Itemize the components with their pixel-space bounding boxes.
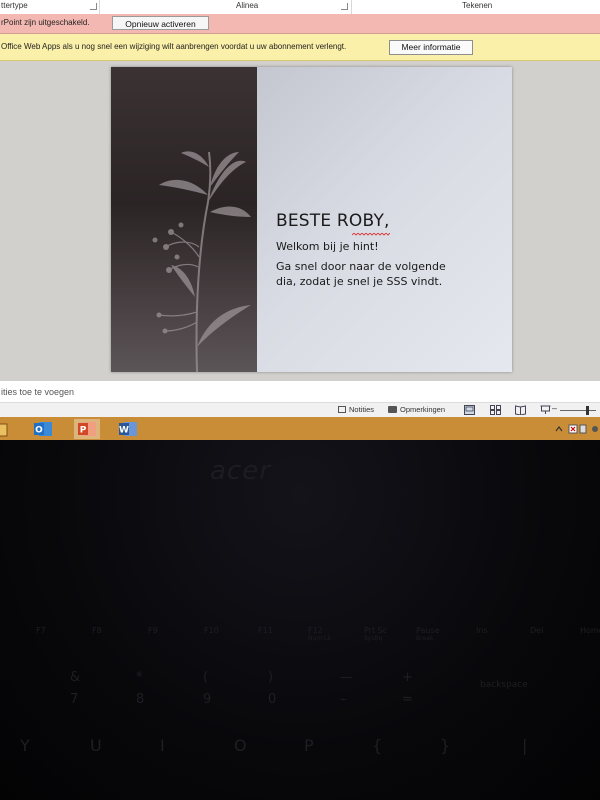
key-label: F11 — [258, 626, 273, 635]
backspace-key: backspace — [480, 680, 528, 690]
slide-body-line[interactable]: Welkom bij je hint! — [276, 240, 379, 253]
number-key-shift: — — [340, 670, 353, 685]
ribbon-group-lettertype: ttertype — [1, 1, 28, 10]
number-key: 8 — [136, 692, 145, 707]
slide-canvas[interactable]: BESTE ROBY, Welkom bij je hint! Ga snel … — [111, 67, 512, 372]
key-label: F12 — [308, 626, 323, 635]
ribbon-divider — [351, 0, 352, 14]
notes-placeholder: ities toe te voegen — [1, 387, 75, 397]
letter-key: { — [372, 736, 383, 755]
key-label: Del — [530, 626, 544, 635]
more-info-button[interactable]: Meer informatie — [389, 40, 473, 55]
comments-toggle[interactable]: Opmerkingen — [388, 405, 445, 414]
key-sublabel: Num Lk — [308, 635, 331, 642]
normal-view-icon[interactable] — [464, 405, 475, 415]
slide-title[interactable]: BESTE ROBY, — [276, 211, 390, 231]
fn-key: F9 — [148, 626, 158, 635]
svg-text:W: W — [119, 426, 129, 436]
fn-key: Prt Sc SysRq — [364, 626, 387, 642]
number-key-shift: ) — [268, 670, 274, 685]
protected-view-bar: rPoint zijn uitgeschakeld. Opnieuw activ… — [0, 14, 600, 34]
key-label: F10 — [204, 626, 219, 635]
key-sublabel: Break — [416, 635, 434, 642]
laptop-screen: ttertype Alinea Tekenen rPoint zijn uitg… — [0, 0, 600, 440]
letter-key: Y — [20, 736, 30, 755]
spellcheck-squiggle — [352, 233, 390, 236]
number-key: 7 — [70, 692, 79, 707]
key-label: Home — [580, 626, 600, 635]
letter-key: I — [160, 736, 165, 755]
ribbon-group-tekenen: Tekenen — [462, 1, 493, 10]
powerpoint-icon[interactable]: P — [74, 419, 100, 439]
notes-label: Notities — [349, 405, 375, 414]
letter-key: | — [522, 736, 528, 755]
ribbon-divider — [99, 0, 100, 14]
number-key-shift: * — [136, 670, 143, 685]
fn-key: Pause Break — [416, 626, 440, 642]
key-label: F8 — [92, 626, 102, 635]
key-label: Prt Sc — [364, 626, 388, 635]
file-explorer-icon[interactable] — [0, 419, 12, 439]
flower-illustration — [152, 151, 251, 372]
slide-body-line[interactable]: Ga snel door naar de volgende — [276, 260, 446, 273]
number-key-shift: + — [402, 670, 413, 685]
svg-text:O: O — [35, 426, 43, 436]
svg-text:P: P — [80, 426, 87, 436]
key-sublabel: SysRq — [364, 635, 383, 642]
number-key: – — [340, 692, 347, 707]
status-bar: Notities Opmerkingen – — [0, 402, 600, 418]
fn-key: F11 — [258, 626, 273, 635]
reading-view-icon[interactable] — [515, 405, 526, 415]
ribbon-group-labels: ttertype Alinea Tekenen — [0, 0, 600, 15]
key-label: Pause — [416, 626, 440, 635]
fn-key: Del — [530, 626, 543, 635]
key-label: F9 — [148, 626, 158, 635]
comments-label: Opmerkingen — [400, 405, 446, 414]
zoom-slider-thumb[interactable] — [586, 406, 589, 415]
letter-key: U — [90, 736, 102, 755]
reactivate-button[interactable]: Opnieuw activeren — [112, 16, 209, 30]
number-key: 0 — [268, 692, 277, 707]
slideshow-icon[interactable] — [540, 405, 551, 415]
fn-key: Home — [580, 626, 600, 635]
notes-pane[interactable]: ities toe te voegen — [0, 380, 600, 403]
fn-key: F7 — [36, 626, 46, 635]
letter-key: O — [234, 736, 247, 755]
protected-view-message: rPoint zijn uitgeschakeld. — [1, 18, 90, 27]
fn-key: Ins — [476, 626, 488, 635]
zoom-slider[interactable] — [560, 410, 596, 411]
dialog-launcher-icon[interactable] — [90, 3, 97, 10]
ribbon-group-alinea: Alinea — [236, 1, 259, 10]
fn-key: F12 Num Lk — [308, 626, 331, 642]
number-key-shift: ( — [203, 670, 209, 685]
zoom-out-button[interactable]: – — [552, 403, 557, 413]
slide-body-line[interactable]: dia, zodat je snel je SSS vindt. — [276, 275, 442, 288]
letter-key: P — [304, 736, 314, 755]
number-key-shift: & — [70, 670, 81, 685]
taskbar: O P W — [0, 417, 600, 440]
letter-key: } — [440, 736, 451, 755]
fn-key: F8 — [92, 626, 102, 635]
dialog-launcher-icon[interactable] — [341, 3, 348, 10]
key-label: F7 — [36, 626, 46, 635]
fn-key: F10 — [204, 626, 219, 635]
number-key: = — [402, 692, 413, 707]
number-key: 9 — [203, 692, 212, 707]
notes-icon — [338, 406, 346, 413]
key-label: Ins — [476, 626, 488, 635]
web-apps-notice-bar: Office Web Apps als u nog snel een wijzi… — [0, 34, 600, 61]
network-icon[interactable] — [578, 419, 588, 439]
web-apps-notice-message: Office Web Apps als u nog snel een wijzi… — [1, 42, 347, 51]
word-icon[interactable]: W — [115, 419, 141, 439]
slide-sorter-icon[interactable] — [490, 405, 501, 415]
comment-icon — [388, 406, 397, 413]
outlook-icon[interactable]: O — [30, 419, 56, 439]
tray-up-arrow-icon[interactable] — [552, 419, 566, 439]
notes-toggle[interactable]: Notities — [338, 405, 374, 414]
volume-icon[interactable] — [589, 419, 600, 439]
brand-logo: acer — [210, 456, 271, 486]
